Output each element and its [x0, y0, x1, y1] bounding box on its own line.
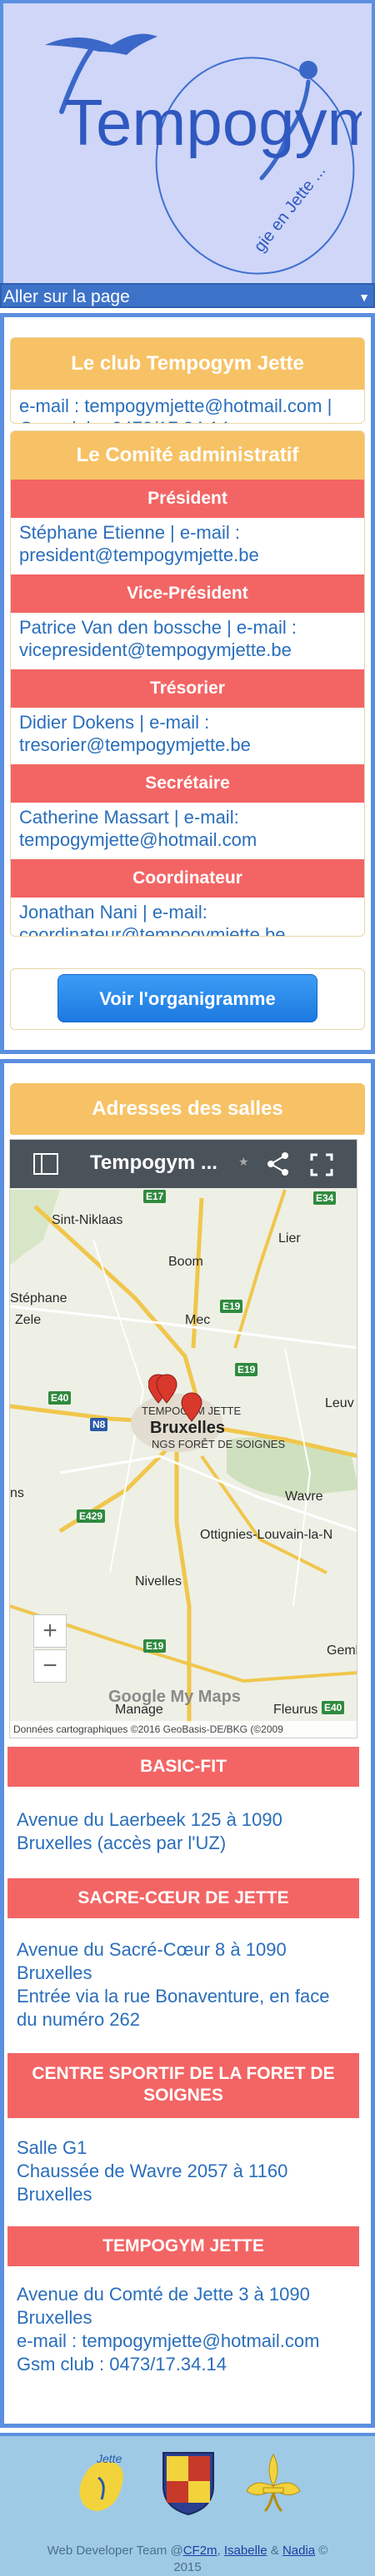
- address-line: e-mail : tempogymjette@hotmail.com: [17, 2330, 320, 2351]
- page-navigation-select[interactable]: Aller sur la page ▼: [0, 283, 375, 308]
- road-shield: E429: [77, 1509, 106, 1523]
- road-shield: E19: [220, 1300, 243, 1313]
- map-label-stephenne: Stéphane: [10, 1291, 68, 1305]
- map-label-leuven: Leuv: [325, 1396, 354, 1410]
- club-section: Le club Tempogym Jette e-mail : tempogym…: [0, 313, 375, 1054]
- venue-head-tempogym-jette: TEMPOGYM JETTE: [8, 2226, 359, 2266]
- map-label-lier: Lier: [278, 1231, 301, 1246]
- venue-address-basic-fit: Avenue du Laerbeek 125 à 1090 Bruxelles …: [17, 1808, 353, 1855]
- map-label-gembloux: Gembl: [327, 1644, 357, 1658]
- road-shield: E34: [313, 1191, 337, 1205]
- jette-commune-logo[interactable]: Jette: [68, 2449, 138, 2519]
- address-line: Avenue du Laerbeek 125 à 1090: [17, 1809, 282, 1830]
- role-text-president: Stéphane Etienne | e-mail : president@te…: [19, 522, 259, 565]
- road-shield: E40: [322, 1701, 345, 1714]
- fullscreen-icon[interactable]: [310, 1153, 333, 1176]
- address-line: Avenue du Sacré-Cœur 8 à 1090: [17, 1939, 287, 1960]
- share-icon[interactable]: [267, 1151, 290, 1176]
- map-pins: [148, 1374, 202, 1422]
- credits-separator: &: [267, 2544, 282, 2558]
- logo-text: Tempogym: [63, 86, 362, 159]
- site-footer: Jette Web Developer Team @CF2m, Isabelle…: [0, 2433, 375, 2576]
- road-shield: E19: [143, 1639, 167, 1653]
- google-map[interactable]: Tempogym ... ★ Sint-Niklaas Boom Lier St…: [9, 1139, 358, 1738]
- nadia-link[interactable]: Nadia: [282, 2544, 315, 2558]
- cf2m-link[interactable]: CF2m: [183, 2544, 218, 2558]
- road-shield: E40: [48, 1391, 72, 1405]
- committee-title: Le Comité administratif: [11, 431, 364, 480]
- venue-address-tempogym-jette: Avenue du Comté de Jette 3 à 1090 Bruxel…: [17, 2283, 353, 2376]
- venue-head-foret-de-soignes: CENTRE SPORTIF DE LA FORET DE SOIGNES: [8, 2053, 359, 2118]
- map-label-ottignies: Ottignies-Louvain-la-N: [200, 1528, 333, 1542]
- road-shield: E17: [143, 1190, 167, 1203]
- venue-address-sacre-coeur: Avenue du Sacré-Cœur 8 à 1090 Bruxelles …: [17, 1938, 353, 2031]
- address-line: du numéro 262: [17, 2009, 140, 2030]
- isabelle-link[interactable]: Isabelle: [224, 2544, 268, 2558]
- map-label-fleurus: Fleurus: [273, 1703, 318, 1717]
- club-card: Le club Tempogym Jette e-mail : tempogym…: [10, 337, 365, 424]
- club-contact: e-mail : tempogymjette@hotmail.com | Gsm…: [19, 395, 332, 423]
- map-attribution: Données cartographiques ©2016 GeoBasis-D…: [10, 1721, 357, 1738]
- map-label-mechelen: Mec: [185, 1313, 211, 1327]
- role-text-coordinator: Jonathan Nani | e-mail: coordinateur@tem…: [19, 902, 286, 937]
- zoom-out-button[interactable]: −: [33, 1649, 67, 1683]
- role-text-secretary: Catherine Massart | e-mail: tempogymjett…: [19, 807, 258, 850]
- committee-card: Le Comité administratif Président Stépha…: [10, 430, 365, 937]
- tempogym-logo[interactable]: Tempogym gie en Jette ...: [12, 12, 362, 278]
- map-label-zele: Zele: [15, 1313, 42, 1327]
- address-line: Bruxelles: [17, 1962, 92, 1983]
- venue-address-foret-de-soignes: Salle G1 Chaussée de Wavre 2057 à 1160 B…: [17, 2136, 353, 2206]
- map-label-boom: Boom: [168, 1255, 203, 1269]
- venues-title: Adresses des salles: [10, 1083, 365, 1135]
- zoom-in-button[interactable]: +: [33, 1614, 67, 1648]
- iris-logo-icon[interactable]: [240, 2449, 307, 2516]
- coat-of-arms-icon[interactable]: [160, 2449, 217, 2516]
- organigram-card: Voir l'organigramme: [10, 968, 365, 1030]
- road-shield: E19: [235, 1363, 258, 1376]
- organigram-button[interactable]: Voir l'organigramme: [58, 974, 318, 1022]
- role-text-treasurer: Didier Dokens | e-mail : tresorier@tempo…: [19, 712, 251, 755]
- address-line: Bruxelles (accès par l'UZ): [17, 1833, 227, 1853]
- club-title: Le club Tempogym Jette: [11, 338, 364, 390]
- map-label-ons: ns: [10, 1486, 24, 1500]
- address-line: Entrée via la rue Bonaventure, en face: [17, 1986, 330, 2007]
- role-head-president: Président: [11, 480, 364, 518]
- venue-head-basic-fit: BASIC-FIT: [8, 1747, 359, 1787]
- footer-credits: Web Developer Team @CF2m, Isabelle & Nad…: [0, 2543, 375, 2576]
- map-label-sint-niklaas: Sint-Niklaas: [52, 1213, 123, 1227]
- role-text-vice-president: Patrice Van den bossche | e-mail : vicep…: [19, 617, 298, 660]
- map-label-foret: NGS FORÊT DE SOIGNES: [152, 1438, 286, 1450]
- map-title: Tempogym ...: [90, 1151, 218, 1174]
- nav-select-value: Aller sur la page: [3, 287, 130, 306]
- site-header: Tempogym gie en Jette ...: [0, 0, 375, 283]
- credits-prefix: Web Developer Team @: [47, 2544, 183, 2558]
- copyright-year: 2015: [173, 2560, 202, 2574]
- address-line: Chaussée de Wavre 2057 à 1160: [17, 2161, 288, 2181]
- map-sidebar-icon[interactable]: [33, 1153, 58, 1175]
- map-marker-icon[interactable]: [181, 1392, 202, 1422]
- venues-title-card: Adresses des salles: [10, 1083, 365, 1136]
- map-toolbar: Tempogym ... ★: [10, 1140, 357, 1188]
- role-head-treasurer: Trésorier: [11, 669, 364, 708]
- road-shield: N8: [90, 1418, 108, 1431]
- chevron-down-icon: ▼: [358, 291, 370, 304]
- jette-logo-text: Jette: [96, 2452, 122, 2465]
- role-head-coordinator: Coordinateur: [11, 859, 364, 898]
- role-head-secretary: Secrétaire: [11, 764, 364, 803]
- address-line: Gsm club : 0473/17.34.14: [17, 2354, 227, 2375]
- address-line: Salle G1: [17, 2137, 88, 2158]
- credits-separator: ,: [217, 2544, 224, 2558]
- copyright-symbol: ©: [315, 2544, 328, 2558]
- map-label-wavre: Wavre: [285, 1489, 323, 1504]
- map-label-nivelles: Nivelles: [135, 1574, 182, 1589]
- star-icon[interactable]: ★: [238, 1155, 249, 1169]
- role-head-vice-president: Vice-Président: [11, 574, 364, 613]
- address-line: Avenue du Comté de Jette 3 à 1090: [17, 2284, 310, 2305]
- venue-head-sacre-coeur: SACRE-CŒUR DE JETTE: [8, 1878, 359, 1918]
- address-line: Bruxelles: [17, 2184, 92, 2205]
- google-my-maps-brand: Google My Maps: [108, 1688, 241, 1706]
- address-line: Bruxelles: [17, 2307, 92, 2328]
- page: Tempogym gie en Jette ... Aller sur la p…: [0, 0, 375, 2576]
